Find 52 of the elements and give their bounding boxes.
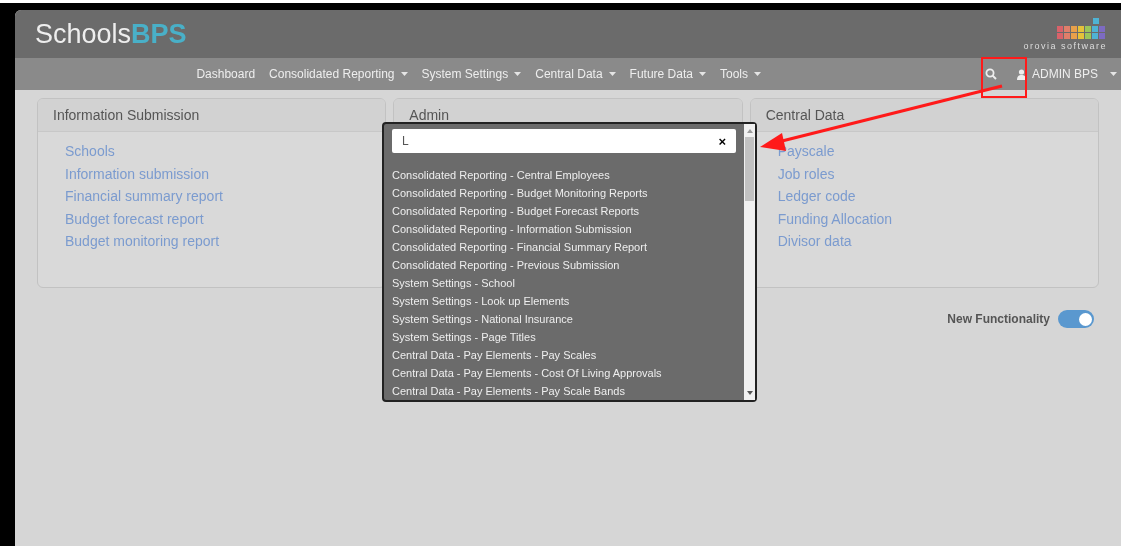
- scroll-up-icon[interactable]: [746, 129, 753, 133]
- search-result[interactable]: Central Data - Pay Elements - Cost Of Living Approvals: [392, 364, 662, 382]
- card-link[interactable]: Budget forecast report: [65, 207, 204, 230]
- user-icon: [1017, 68, 1026, 80]
- caret-icon: [608, 72, 616, 76]
- card-link[interactable]: Information submission: [65, 162, 209, 185]
- search-result[interactable]: Central Data - Pay Elements - Pay Scale Bands: [392, 382, 625, 400]
- search-result[interactable]: System Settings - Look up Elements: [392, 292, 570, 310]
- card-title: Admin: [409, 105, 449, 125]
- caret-icon: [754, 72, 761, 76]
- nav-link[interactable]: Dashboard: [196, 65, 256, 83]
- search-result[interactable]: System Settings - National Insurance: [392, 310, 573, 328]
- card-link[interactable]: Budget monitoring report: [65, 230, 220, 253]
- scroll-down-icon[interactable]: [746, 391, 753, 395]
- search-result[interactable]: Central Data - Pay Elements - Pay Scales: [392, 346, 597, 364]
- caret-icon: [514, 72, 522, 76]
- scrollbar[interactable]: [744, 124, 755, 400]
- nav-link[interactable]: Central Data: [535, 65, 616, 83]
- card-link[interactable]: Divisor data: [777, 230, 852, 253]
- highlight-box: [981, 57, 1027, 98]
- user-menu[interactable]: ADMIN BPS: [1017, 65, 1117, 83]
- search-icon: [985, 68, 997, 80]
- card-title: Information Submission: [53, 105, 200, 125]
- search-result[interactable]: Consolidated Reporting - Central Employees: [392, 166, 610, 184]
- caret-icon: [400, 72, 408, 76]
- vendor-logo-icon: [1057, 17, 1107, 40]
- card-link[interactable]: Schools: [65, 140, 115, 163]
- nav-link[interactable]: Future Data: [629, 65, 706, 83]
- caret-icon: [698, 72, 706, 76]
- toggle-label: New Functionality: [947, 311, 1050, 328]
- caret-icon: [1110, 72, 1117, 76]
- search-result[interactable]: System Settings - School: [392, 274, 515, 292]
- card-link[interactable]: Funding Allocation: [777, 207, 893, 230]
- nav-link[interactable]: Tools: [719, 65, 761, 83]
- search-result[interactable]: Consolidated Reporting - Information Submission: [392, 220, 632, 238]
- vendor-name: orovia software: [1023, 41, 1107, 51]
- card-title: Central Data: [765, 105, 845, 125]
- search-result[interactable]: Consolidated Reporting - Previous Submission: [392, 256, 620, 274]
- app-logo: SchoolsBPS: [35, 20, 187, 48]
- nav-link[interactable]: Consolidated Reporting: [269, 65, 408, 83]
- search-result[interactable]: System Settings - Page Titles: [392, 328, 536, 346]
- card-link[interactable]: Job roles: [777, 162, 835, 185]
- toggle-switch[interactable]: [1058, 310, 1094, 328]
- search-result[interactable]: Consolidated Reporting - Budget Forecast Reports: [392, 202, 640, 220]
- clear-button[interactable]: ×: [718, 134, 726, 148]
- nav-link[interactable]: System Settings: [421, 65, 522, 83]
- search-result[interactable]: Consolidated Reporting - Budget Monitoring Reports: [392, 184, 648, 202]
- search-field[interactable]: L ×: [392, 129, 736, 153]
- search-result[interactable]: Consolidated Reporting - Financial Summary Report: [392, 238, 647, 256]
- scrollbar-thumb[interactable]: [745, 137, 754, 201]
- card-link[interactable]: Financial summary report: [65, 185, 223, 208]
- card-link[interactable]: Ledger code: [777, 185, 856, 208]
